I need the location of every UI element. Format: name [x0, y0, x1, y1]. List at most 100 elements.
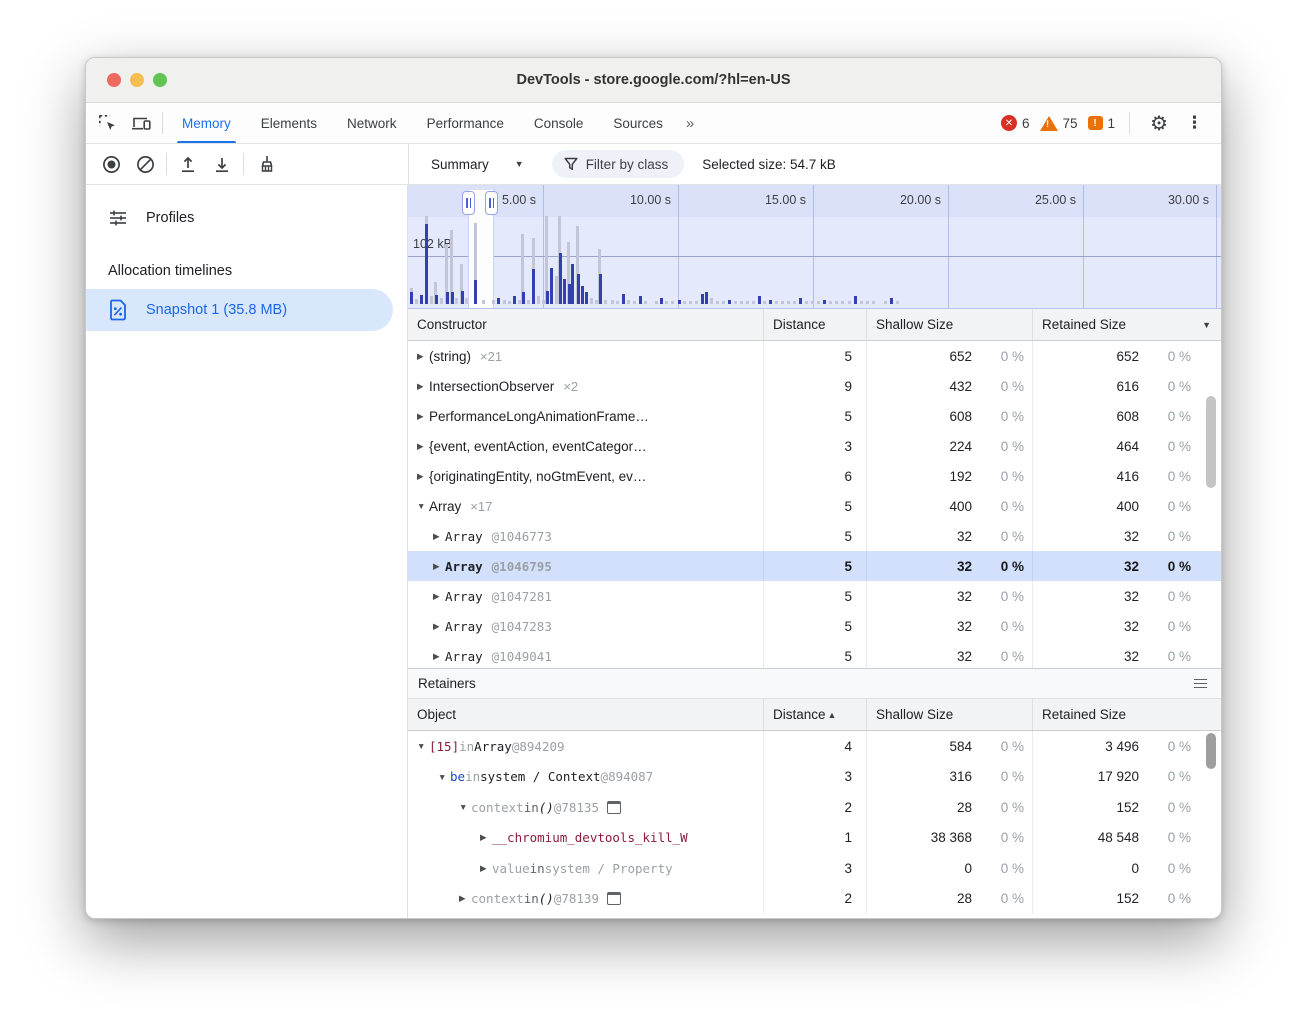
kebab-menu-icon[interactable]: ⋮	[1184, 113, 1213, 133]
tab-elements[interactable]: Elements	[246, 103, 332, 143]
column-header-retained-size[interactable]: Retained Size	[1033, 699, 1221, 730]
issue-icon: !	[1088, 116, 1103, 130]
disclosure-arrow-icon[interactable]: ▶	[417, 471, 429, 482]
allocation-bar	[701, 294, 704, 304]
retainer-row[interactable]: ▼ context in () @78135 2 280 % 1520 %	[408, 792, 1221, 823]
device-toolbar-icon[interactable]	[124, 109, 158, 137]
timeline-gridline	[948, 185, 949, 308]
retained-size-cell: 48 5480 %	[1033, 823, 1221, 854]
vertical-scrollbar[interactable]	[1206, 396, 1216, 488]
disclosure-arrow-icon[interactable]: ▶	[417, 381, 429, 392]
disclosure-arrow-icon[interactable]: ▶	[417, 351, 429, 362]
column-header-distance[interactable]: Distance	[764, 309, 867, 340]
retainers-menu-icon[interactable]	[1190, 675, 1211, 693]
retainer-row[interactable]: ▶ context in () @78139 2 280 % 1520 %	[408, 884, 1221, 915]
divider	[166, 153, 167, 175]
column-header-constructor[interactable]: Constructor	[408, 309, 764, 340]
constructor-row[interactable]: ▶ {originatingEntity, noGtmEvent, ev… 6 …	[408, 461, 1221, 491]
shallow-size-cell: 320 %	[867, 551, 1033, 581]
allocation-bar-freed	[817, 301, 820, 304]
distance-cell: 2	[764, 884, 867, 915]
constructor-row[interactable]: ▶ (string) ×21 5 6520 % 6520 %	[408, 341, 1221, 371]
selection-left-handle[interactable]	[462, 191, 475, 215]
allocation-timeline-overview[interactable]: 5.00 s10.00 s15.00 s20.00 s25.00 s30.00 …	[408, 185, 1221, 309]
disclosure-arrow-icon[interactable]: ▶	[433, 651, 445, 662]
disclosure-arrow-icon[interactable]: ▶	[433, 591, 445, 602]
settings-gear-icon[interactable]: ⚙	[1144, 111, 1174, 136]
shallow-size-cell: 320 %	[867, 641, 1033, 668]
constructor-row[interactable]: ▶ IntersectionObserver ×2 9 4320 % 6160 …	[408, 371, 1221, 401]
disclosure-arrow-icon[interactable]: ▶	[417, 441, 429, 452]
console-errors-badge[interactable]: ✕ 6	[1001, 115, 1030, 131]
allocation-bar-freed	[455, 298, 458, 304]
retainer-row[interactable]: ▼ be in system / Context @894087 3 3160 …	[408, 762, 1221, 793]
inspect-element-icon[interactable]	[90, 109, 124, 137]
save-profile-icon[interactable]	[205, 150, 239, 178]
disclosure-arrow-icon[interactable]: ▼	[459, 802, 471, 812]
constructor-name-cell: ▶ IntersectionObserver ×2	[408, 371, 764, 401]
disclosure-arrow-icon[interactable]: ▶	[459, 893, 471, 904]
distance-cell: 9	[764, 371, 867, 401]
column-header-shallow-size[interactable]: Shallow Size	[867, 309, 1033, 340]
allocation-bar	[461, 291, 464, 304]
tab-memory[interactable]: Memory	[167, 103, 246, 143]
constructor-row[interactable]: ▶ {event, eventAction, eventCategor… 3 2…	[408, 431, 1221, 461]
allocation-bar	[532, 269, 535, 304]
vertical-scrollbar[interactable]	[1206, 733, 1216, 769]
class-filter-input[interactable]: Filter by class	[552, 150, 685, 178]
retainer-row[interactable]: ▼ [15] in Array @894209 4 5840 % 3 4960 …	[408, 731, 1221, 762]
distance-cell: 5	[764, 401, 867, 431]
disclosure-arrow-icon[interactable]: ▶	[433, 621, 445, 632]
allocation-bar-freed	[430, 296, 433, 304]
allocation-bar	[577, 274, 580, 304]
allocation-bar	[705, 292, 708, 304]
tab-sources[interactable]: Sources	[598, 103, 678, 143]
constructor-row[interactable]: ▶ PerformanceLongAnimationFrame… 5 6080 …	[408, 401, 1221, 431]
reveal-frame-icon[interactable]	[607, 801, 621, 814]
allocation-bar-freed	[775, 301, 778, 304]
retained-size-cell: 17 9200 %	[1033, 762, 1221, 793]
column-header-distance[interactable]: Distance▲	[764, 699, 867, 730]
more-tabs-button[interactable]: »	[678, 115, 702, 132]
constructor-name-cell: ▶ Array @1047283	[408, 611, 764, 641]
constructor-name-cell: ▶ (string) ×21	[408, 341, 764, 371]
column-header-object[interactable]: Object	[408, 699, 764, 730]
constructor-row[interactable]: ▶ Array @1046795 5 320 % 320 %	[408, 551, 1221, 581]
constructor-row[interactable]: ▶ Array @1049041 5 320 % 320 %	[408, 641, 1221, 668]
constructor-row[interactable]: ▶ Array @1047281 5 320 % 320 %	[408, 581, 1221, 611]
clear-broom-icon[interactable]	[248, 150, 282, 178]
tab-network[interactable]: Network	[332, 103, 412, 143]
profiles-header[interactable]: Profiles	[86, 199, 407, 237]
column-header-retained-size[interactable]: Retained Size▼	[1033, 309, 1221, 340]
allocation-bar-freed	[752, 301, 755, 304]
load-profile-icon[interactable]	[171, 150, 205, 178]
disclosure-arrow-icon[interactable]: ▶	[433, 561, 445, 572]
disclosure-arrow-icon[interactable]: ▶	[480, 863, 492, 874]
retained-size-cell: 320 %	[1033, 581, 1221, 611]
column-header-shallow-size[interactable]: Shallow Size	[867, 699, 1033, 730]
clear-all-profiles-icon[interactable]	[128, 150, 162, 178]
allocation-bar	[581, 286, 584, 304]
sidebar-item-snapshot-1[interactable]: Snapshot 1 (35.8 MB)	[86, 289, 393, 331]
disclosure-arrow-icon[interactable]: ▼	[417, 741, 429, 751]
retainer-object-cell: ▶ context in () @78139	[408, 884, 764, 915]
issues-badge[interactable]: ! 1	[1088, 116, 1116, 131]
record-heap-icon[interactable]	[94, 150, 128, 178]
disclosure-arrow-icon[interactable]: ▼	[438, 772, 450, 782]
disclosure-arrow-icon[interactable]: ▶	[417, 411, 429, 422]
perspective-select[interactable]: Summary ▼	[425, 153, 530, 176]
console-warnings-badge[interactable]: 75	[1040, 116, 1078, 131]
disclosure-arrow-icon[interactable]: ▼	[417, 501, 429, 511]
retainer-row[interactable]: ▶ __chromium_devtools_kill_W 1 38 3680 %…	[408, 823, 1221, 854]
constructor-row[interactable]: ▶ Array @1047283 5 320 % 320 %	[408, 611, 1221, 641]
retainer-row[interactable]: ▶ value in system / Property 3 00 % 00 %	[408, 853, 1221, 884]
reveal-frame-icon[interactable]	[607, 892, 621, 905]
selection-right-handle[interactable]	[485, 191, 498, 215]
disclosure-arrow-icon[interactable]: ▶	[433, 531, 445, 542]
tab-performance[interactable]: Performance	[412, 103, 519, 143]
allocation-bar-freed	[710, 298, 713, 304]
constructor-row[interactable]: ▼ Array ×17 5 4000 % 4000 %	[408, 491, 1221, 521]
constructor-row[interactable]: ▶ Array @1046773 5 320 % 320 %	[408, 521, 1221, 551]
tab-console[interactable]: Console	[519, 103, 599, 143]
disclosure-arrow-icon[interactable]: ▶	[480, 832, 492, 843]
